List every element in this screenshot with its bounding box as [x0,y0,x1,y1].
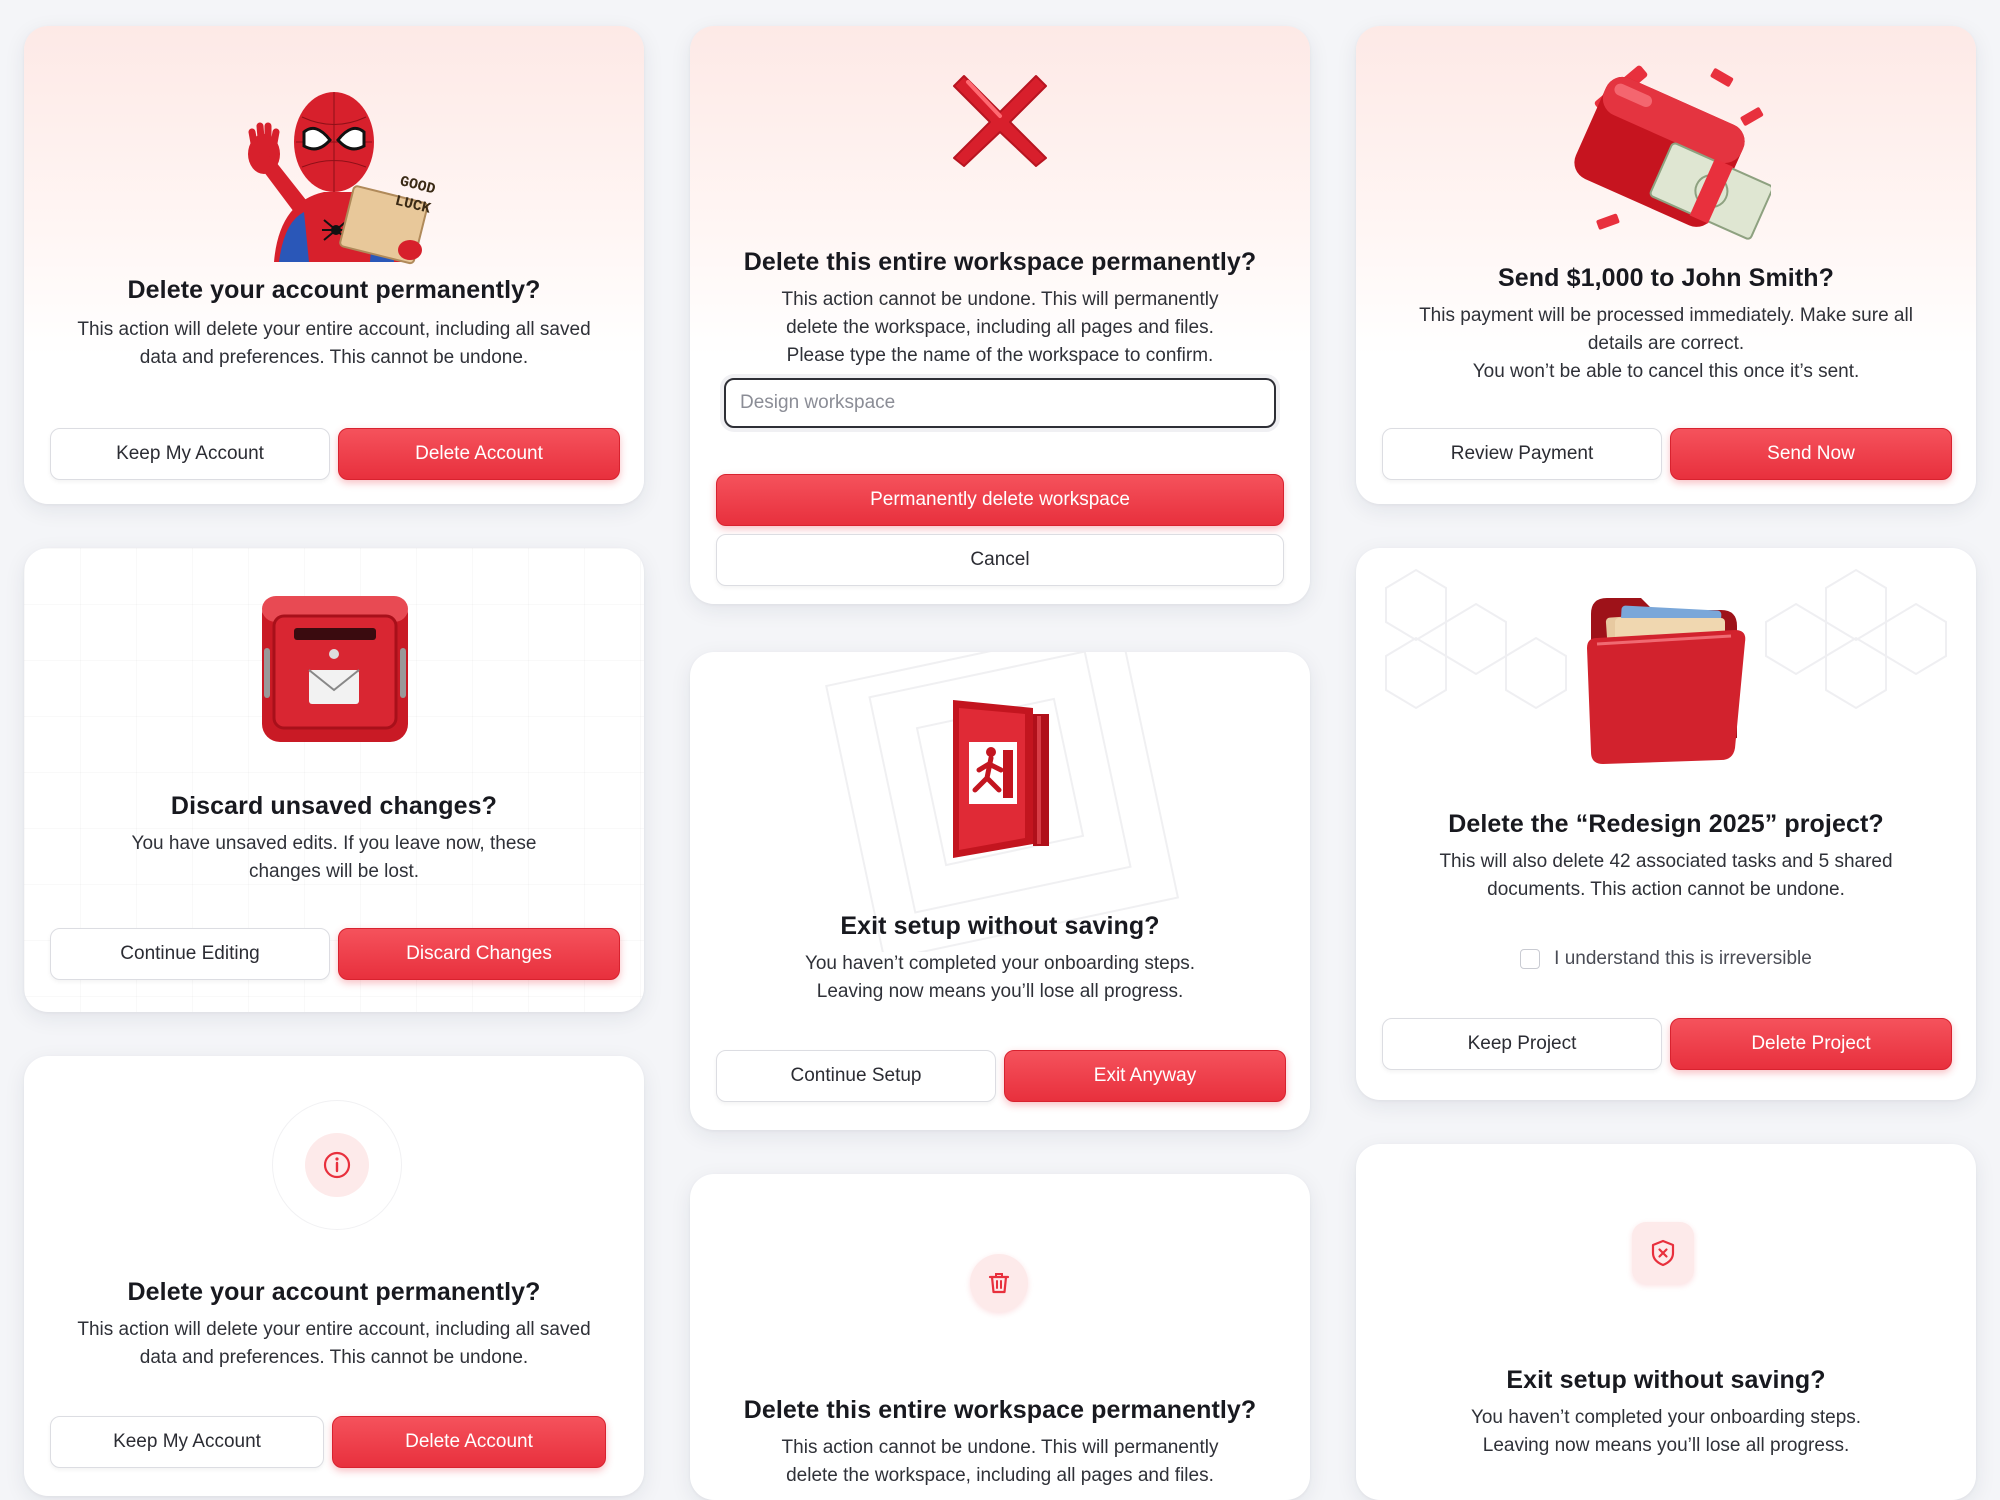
keep-account-button[interactable]: Keep My Account [50,1416,324,1468]
send-now-button[interactable]: Send Now [1670,428,1952,480]
delete-workspace-dialog-minimal: Delete this entire workspace permanently… [690,1174,1310,1500]
review-payment-button[interactable]: Review Payment [1382,428,1662,480]
red-x-icon [690,70,1310,170]
dialog-title: Exit setup without saving? [1506,1366,1826,1394]
delete-account-dialog: GOOD LUCK Delete your account permanentl… [24,26,644,504]
dialog-description: You haven’t completed your onboarding st… [1470,1407,1862,1456]
info-icon-circle [305,1133,369,1197]
dialog-description: This action cannot be undone. This will … [781,1437,1219,1486]
permanently-delete-workspace-button[interactable]: Permanently delete workspace [716,474,1284,526]
dialog-title: Discard unsaved changes? [170,792,498,820]
cancel-button[interactable]: Cancel [716,534,1284,586]
checkbox-label: I understand this is irreversible [1554,948,1812,969]
shield-x-icon [1651,1239,1675,1267]
exit-door-icon [690,694,1310,864]
dialog-description: This action will delete your entire acco… [77,1319,591,1368]
discard-changes-button[interactable]: Discard Changes [338,928,620,980]
dialog-description: This payment will be processed immediate… [1419,305,1913,354]
mailbox-illustration [24,588,644,748]
dialog-description: This will also delete 42 associated task… [1439,851,1893,900]
dialog-title: Send $1,000 to John Smith? [1498,264,1834,292]
continue-editing-button[interactable]: Continue Editing [50,928,330,980]
dialog-title: Delete your account permanently? [127,276,541,304]
delete-project-dialog: Delete the “Redesign 2025” project? This… [1356,548,1976,1100]
dialog-title: Delete the “Redesign 2025” project? [1448,810,1884,838]
folder-illustration [1356,588,1976,768]
dialog-note: You won’t be able to cancel this once it… [1472,361,1860,382]
workspace-name-input[interactable] [724,378,1276,428]
continue-setup-button[interactable]: Continue Setup [716,1050,996,1102]
exit-anyway-button[interactable]: Exit Anyway [1004,1050,1286,1102]
dialog-description: This action cannot be undone. This will … [781,289,1219,366]
send-payment-dialog: Send $1,000 to John Smith? This payment … [1356,26,1976,504]
keep-account-button[interactable]: Keep My Account [50,428,330,480]
trash-icon-badge [970,1254,1028,1312]
dialog-title: Exit setup without saving? [840,912,1160,940]
trash-icon [988,1273,1010,1294]
dialog-description: You have unsaved edits. If you leave now… [131,833,537,882]
delete-account-button[interactable]: Delete Account [332,1416,606,1468]
delete-project-button[interactable]: Delete Project [1670,1018,1952,1070]
irreversible-checkbox[interactable] [1520,949,1541,969]
keep-project-button[interactable]: Keep Project [1382,1018,1662,1070]
dialog-description: This action will delete your entire acco… [77,319,591,368]
delete-workspace-dialog: Delete this entire workspace permanently… [690,26,1310,604]
superhero-good-luck-illustration [24,62,644,282]
delete-account-dialog-minimal: Delete your account permanently? This ac… [24,1056,644,1496]
exit-setup-dialog-minimal: Exit setup without saving? You haven’t c… [1356,1144,1976,1500]
dialog-title: Delete this entire workspace permanently… [743,1396,1257,1424]
delete-account-button[interactable]: Delete Account [338,428,620,480]
exit-setup-dialog: Exit setup without saving? You haven’t c… [690,652,1310,1130]
info-icon-ring [272,1100,402,1230]
discard-changes-dialog: Discard unsaved changes? You have unsave… [24,548,644,1012]
wallet-money-illustration [1356,52,1976,242]
shield-icon-badge [1632,1222,1694,1284]
info-icon [323,1151,351,1179]
irreversible-confirmation: I understand this is irreversible [1356,948,1976,970]
dialog-title: Delete your account permanently? [127,1278,541,1306]
dialog-title: Delete this entire workspace permanently… [743,248,1257,276]
dialog-description: You haven’t completed your onboarding st… [804,953,1196,1002]
